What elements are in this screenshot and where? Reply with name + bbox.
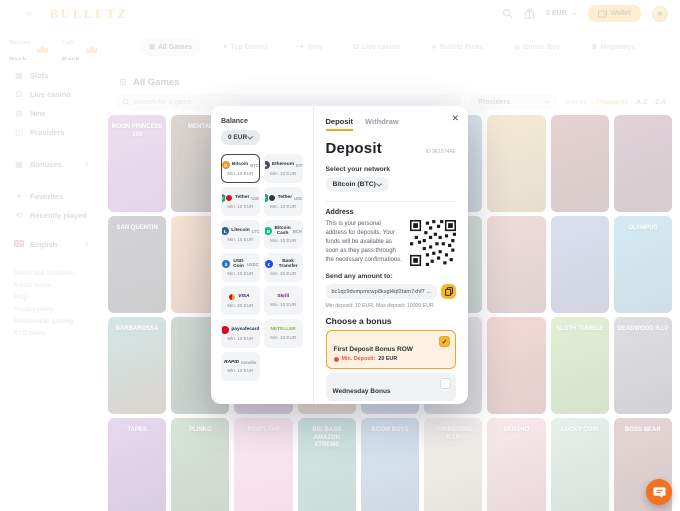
payment-method-tile[interactable]: $ USD Coin USDC Min. 10 EUR — [221, 253, 260, 282]
qr-code — [410, 220, 456, 266]
payment-logo-icon: ♦ — [264, 161, 270, 169]
payment-ticker: USDC — [247, 262, 259, 267]
payment-min-deposit: Min. 10 EUR — [227, 336, 253, 341]
payment-ticker: BTC — [250, 163, 259, 168]
payment-method-tile[interactable]: T Tether USDT Min. 10 EUR — [221, 187, 260, 216]
payment-name: VISA — [238, 294, 249, 299]
payment-ticker: ETH — [296, 163, 303, 168]
bonus-card[interactable]: First Deposit Bonus ROW Min. Deposit: 20… — [326, 330, 457, 369]
send-amount-label: Send any amount to: — [326, 273, 457, 280]
balance-select[interactable]: 0 EUR — [221, 130, 260, 145]
payment-min-deposit: Min. 10 EUR — [270, 204, 296, 209]
bonus-name: First Deposit Bonus ROW — [334, 346, 449, 353]
balance-value: 0 EUR — [228, 134, 247, 141]
payment-name: Tether — [235, 195, 249, 200]
payment-logo-icon — [221, 326, 229, 334]
payment-method-tile[interactable]: Skrill Min. 10 EUR — [264, 286, 303, 315]
payment-min-deposit: Min. 10 EUR — [227, 171, 253, 176]
payment-logo-icon: B — [264, 227, 272, 235]
divider — [326, 201, 457, 202]
bonus-name: Wednesday Bonus — [333, 388, 450, 395]
payment-ticker: LTC — [252, 229, 260, 234]
payment-method-tile[interactable]: T Tether USDT Min. 10 EUR — [264, 187, 303, 216]
payment-panel: Balance 0 EUR B Bitcoin BTC Min. 10 EUR — [211, 106, 314, 404]
payment-name: NETELLER — [270, 327, 295, 332]
deposit-heading: Deposit — [326, 140, 382, 157]
payment-logo-icon: Ł — [221, 227, 229, 235]
payment-min-deposit: Min. 10 EUR — [227, 271, 253, 276]
payment-name: Bank Transfer — [275, 259, 302, 270]
payment-min-deposit: Min. 20 EUR — [270, 271, 296, 276]
payment-name: Tether — [278, 195, 292, 200]
payment-methods: B Bitcoin BTC Min. 10 EUR ♦ Ethereum ETH — [221, 154, 303, 381]
deposit-modal: Balance 0 EUR B Bitcoin BTC Min. 10 EUR — [211, 106, 468, 404]
payment-name: Skrill — [277, 294, 289, 299]
payment-ticker: BCH — [293, 229, 302, 234]
payment-name: paysafecard — [231, 327, 259, 332]
chevron-down-icon — [376, 183, 382, 187]
payment-min-deposit: Min. 10 EUR — [227, 204, 253, 209]
payment-logo-icon: € — [265, 260, 273, 268]
chat-launcher[interactable] — [646, 479, 672, 505]
payment-method-tile[interactable]: RAPID transfer Min. 10 EUR — [221, 352, 260, 381]
bonus-checkbox[interactable] — [439, 336, 450, 347]
payment-min-deposit: Min. 10 EUR — [227, 368, 253, 373]
payment-min-deposit: Min. 10 EUR — [270, 238, 296, 243]
payment-min-deposit: Min. 10 EUR — [270, 302, 296, 307]
chat-bubble-icon — [653, 486, 666, 499]
payment-name: Litecoin — [231, 228, 249, 233]
address-description: This is your personal address for deposi… — [326, 220, 404, 266]
payment-min-deposit: Min. 10 EUR — [270, 171, 296, 176]
payment-logo-icon — [228, 293, 236, 301]
payment-logo-icon — [225, 194, 233, 202]
bonus-section-title: Choose a bonus — [326, 316, 457, 326]
payment-logo-icon: $ — [222, 260, 230, 268]
bonus-min-deposit: Min. Deposit: 20 EUR — [334, 356, 449, 362]
user-deposit-id: ID 9E1574AE — [426, 149, 456, 155]
tab[interactable]: Deposit — [326, 117, 354, 131]
payment-ticker: USDT — [294, 196, 302, 201]
payment-ticker: USDT — [251, 196, 259, 201]
address-title: Address — [326, 209, 457, 216]
bonus-checkbox[interactable] — [440, 378, 451, 389]
payment-name: Bitcoin — [232, 162, 248, 167]
payment-method-tile[interactable]: Ł Litecoin LTC Min. 10 EUR — [221, 220, 260, 249]
network-value: Bitcoin (BTC) — [333, 181, 376, 188]
deposit-withdraw-tabs: Deposit Withdraw — [326, 117, 457, 131]
payment-method-tile[interactable]: ♦ Ethereum ETH Min. 10 EUR — [264, 154, 303, 183]
chevron-down-icon — [247, 136, 253, 140]
close-icon[interactable]: ✕ — [451, 113, 459, 124]
copy-icon[interactable] — [441, 284, 456, 299]
balance-label: Balance — [221, 118, 303, 125]
deposit-address-field[interactable]: bc1qc9dvmpmcwp8ksgl4qf2tam7xhf7 ... — [326, 284, 438, 299]
payment-min-deposit: Min. 20 EUR — [227, 303, 253, 308]
payment-name: Ethereum — [272, 162, 294, 167]
payment-min-deposit: Min. 10 EUR — [270, 335, 296, 340]
bonus-card[interactable]: Wednesday Bonus — [326, 373, 457, 401]
deposit-panel: ✕ Deposit Withdraw Deposit ID 9E1574AE S… — [314, 106, 469, 404]
payment-min-deposit: Min. 10 EUR — [227, 237, 253, 242]
payment-name: RAPID — [224, 360, 239, 365]
payment-method-tile[interactable]: VISA Min. 20 EUR — [221, 286, 260, 315]
payment-name: Bitcoin Cash — [274, 226, 290, 237]
payment-method-tile[interactable]: B Bitcoin Cash BCH Min. 10 EUR — [264, 220, 303, 249]
payment-method-tile[interactable]: NETELLER Min. 10 EUR — [264, 319, 303, 348]
payment-name: USD Coin — [232, 259, 245, 270]
network-select[interactable]: Bitcoin (BTC) — [326, 177, 389, 192]
payment-method-tile[interactable]: paysafecard Min. 10 EUR — [221, 319, 260, 348]
deposit-limits: Min deposit: 10 EUR, Max deposit: 10000 … — [326, 303, 457, 309]
tab[interactable]: Withdraw — [365, 117, 399, 131]
payment-logo-icon: B — [222, 161, 230, 169]
network-label: Select your network — [326, 166, 457, 173]
payment-method-tile[interactable]: € Bank Transfer Min. 20 EUR — [264, 253, 303, 282]
payment-logo-icon — [268, 194, 276, 202]
alert-dot-icon — [334, 357, 339, 362]
payment-method-tile[interactable]: B Bitcoin BTC Min. 10 EUR — [221, 154, 260, 183]
payment-ticker: transfer — [241, 360, 257, 365]
